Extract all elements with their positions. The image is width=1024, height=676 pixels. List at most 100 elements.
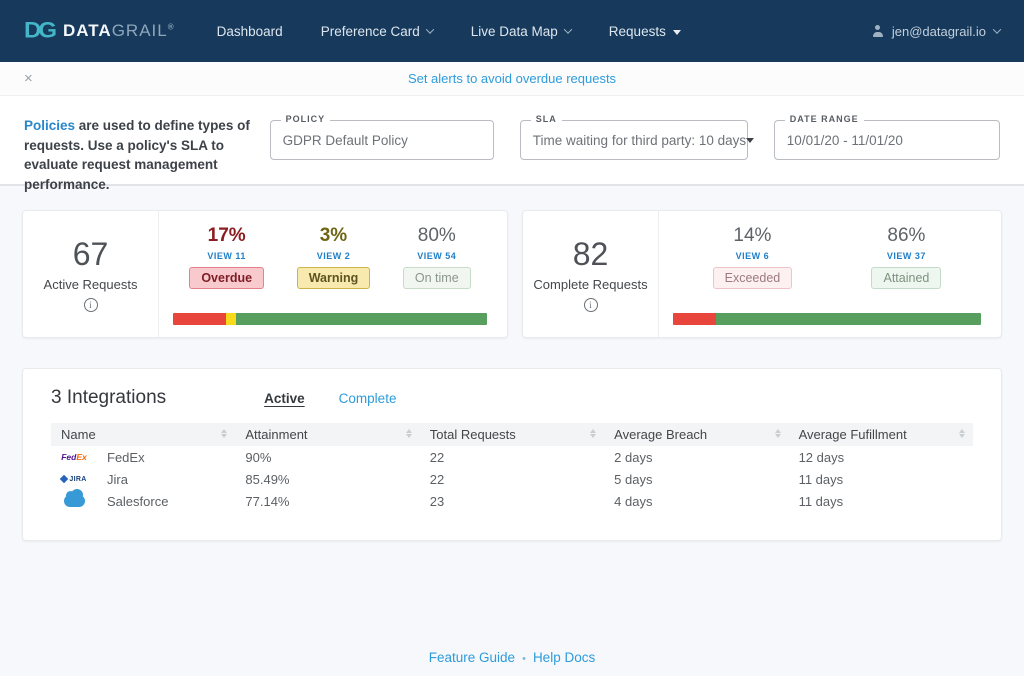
table-row[interactable]: Salesforce 77.14% 23 4 days 11 days	[51, 490, 973, 512]
footer-separator: •	[522, 653, 526, 665]
fedex-logo-icon: FedEx	[61, 452, 87, 462]
sla-select[interactable]: SLA Time waiting for third party: 10 day…	[520, 120, 748, 160]
progress-segment-ontime	[236, 313, 487, 325]
brand-name: DATAGRAIL®	[63, 21, 175, 41]
page-footer: Feature Guide • Help Docs	[0, 650, 1024, 665]
column-header-average-fulfillment[interactable]: Average Fufillment	[789, 423, 973, 446]
sort-icon	[959, 429, 965, 438]
column-header-average-breach[interactable]: Average Breach	[604, 423, 788, 446]
dg-logo-icon: DG	[24, 18, 54, 44]
progress-segment-attained	[716, 313, 981, 325]
policy-field[interactable]: POLICY GDPR Default Policy	[270, 120, 494, 160]
view-warning-link[interactable]: VIEW 2	[317, 251, 351, 261]
person-icon	[872, 25, 884, 37]
nav-item-preference-card[interactable]: Preference Card	[321, 24, 433, 39]
stat-exceeded: 14% VIEW 6 Exceeded	[713, 225, 793, 289]
stat-attained: 86% VIEW 37 Attained	[871, 225, 941, 289]
chevron-down-icon	[426, 25, 434, 33]
stat-overdue: 17% VIEW 11 Overdue	[189, 225, 264, 289]
policies-link[interactable]: Policies	[24, 118, 75, 133]
active-requests-count: 67	[73, 236, 109, 273]
integrations-table: Name Attainment Total Requests Average B…	[51, 423, 973, 512]
registered-mark: ®	[168, 22, 175, 31]
date-range-field[interactable]: DATE RANGE 10/01/20 - 11/01/20	[774, 120, 1000, 160]
alert-message-link[interactable]: Set alerts to avoid overdue requests	[0, 71, 1024, 86]
date-range-label: DATE RANGE	[785, 114, 864, 124]
view-attained-link[interactable]: VIEW 37	[887, 251, 926, 261]
column-header-total-requests[interactable]: Total Requests	[420, 423, 604, 446]
complete-requests-summary: 82 Complete Requests i	[523, 211, 659, 337]
chevron-down-icon	[993, 25, 1001, 33]
salesforce-logo-icon	[64, 495, 85, 507]
active-stats-row: 17% VIEW 11 Overdue 3% VIEW 2 Warning 80…	[173, 225, 487, 305]
average-fulfillment-value: 11 days	[789, 468, 973, 490]
complete-progress-bar	[673, 313, 981, 325]
total-requests-value: 23	[420, 490, 604, 512]
average-fulfillment-value: 12 days	[789, 446, 973, 468]
active-requests-card: 67 Active Requests i 17% VIEW 11 Overdue…	[22, 210, 508, 338]
total-requests-value: 22	[420, 468, 604, 490]
info-icon[interactable]: i	[584, 298, 598, 312]
policy-field-label: POLICY	[281, 114, 331, 124]
view-exceeded-link[interactable]: VIEW 6	[736, 251, 770, 261]
attainment-value: 90%	[235, 446, 419, 468]
complete-requests-card: 82 Complete Requests i 14% VIEW 6 Exceed…	[522, 210, 1002, 338]
warning-badge: Warning	[297, 267, 371, 289]
help-docs-link[interactable]: Help Docs	[533, 650, 595, 665]
caret-down-icon	[746, 138, 754, 143]
integrations-title: 3 Integrations	[51, 387, 166, 409]
sla-field-value: Time waiting for third party: 10 days	[533, 133, 746, 148]
attained-percent: 86%	[887, 225, 925, 247]
attainment-value: 85.49%	[235, 468, 419, 490]
nav-menu: Dashboard Preference Card Live Data Map …	[217, 24, 681, 39]
table-header-row: Name Attainment Total Requests Average B…	[51, 423, 973, 446]
total-requests-value: 22	[420, 446, 604, 468]
ontime-percent: 80%	[418, 225, 456, 247]
view-ontime-link[interactable]: VIEW 54	[417, 251, 456, 261]
tab-active[interactable]: Active	[264, 391, 305, 406]
average-breach-value: 5 days	[604, 468, 788, 490]
page: DG DATAGRAIL® Dashboard Preference Card …	[0, 0, 1024, 676]
integration-name: Salesforce	[107, 494, 168, 509]
feature-guide-link[interactable]: Feature Guide	[429, 650, 515, 665]
integrations-tabs: Active Complete	[264, 391, 396, 406]
integration-name: FedEx	[107, 450, 145, 465]
sort-icon	[590, 429, 596, 438]
attained-badge: Attained	[871, 267, 941, 289]
integrations-card: 3 Integrations Active Complete Name Atta…	[22, 368, 1002, 541]
sla-field-label: SLA	[531, 114, 562, 124]
nav-item-live-data-map[interactable]: Live Data Map	[471, 24, 571, 39]
average-fulfillment-value: 11 days	[789, 490, 973, 512]
alert-banner: × Set alerts to avoid overdue requests	[0, 62, 1024, 96]
column-header-attainment[interactable]: Attainment	[235, 423, 419, 446]
warning-percent: 3%	[320, 225, 347, 247]
progress-segment-overdue	[173, 313, 226, 325]
chevron-down-icon	[564, 25, 572, 33]
active-requests-summary: 67 Active Requests i	[23, 211, 159, 337]
overdue-badge: Overdue	[189, 267, 264, 289]
nav-item-dashboard[interactable]: Dashboard	[217, 24, 283, 39]
user-account-menu[interactable]: jen@datagrail.io	[872, 24, 1000, 39]
attainment-value: 77.14%	[235, 490, 419, 512]
top-navbar: DG DATAGRAIL® Dashboard Preference Card …	[0, 0, 1024, 62]
datagrail-logo[interactable]: DG DATAGRAIL®	[24, 17, 175, 45]
policy-description: Policies are used to define types of req…	[24, 116, 258, 194]
view-overdue-link[interactable]: VIEW 11	[207, 251, 246, 261]
exceeded-percent: 14%	[733, 225, 771, 247]
exceeded-badge: Exceeded	[713, 267, 793, 289]
sort-icon	[221, 429, 227, 438]
stat-ontime: 80% VIEW 54 On time	[403, 225, 471, 289]
tab-complete[interactable]: Complete	[339, 391, 397, 406]
active-requests-label: Active Requests	[44, 277, 138, 292]
progress-segment-exceeded	[673, 313, 716, 325]
integration-name: Jira	[107, 472, 128, 487]
close-icon[interactable]: ×	[24, 70, 33, 87]
info-icon[interactable]: i	[84, 298, 98, 312]
column-header-name[interactable]: Name	[51, 423, 235, 446]
active-progress-bar	[173, 313, 487, 325]
ontime-badge: On time	[403, 267, 471, 289]
table-row[interactable]: FedExFedEx 90% 22 2 days 12 days	[51, 446, 973, 468]
table-row[interactable]: JIRAJira 85.49% 22 5 days 11 days	[51, 468, 973, 490]
nav-item-requests[interactable]: Requests	[609, 24, 681, 39]
stat-warning: 3% VIEW 2 Warning	[297, 225, 371, 289]
